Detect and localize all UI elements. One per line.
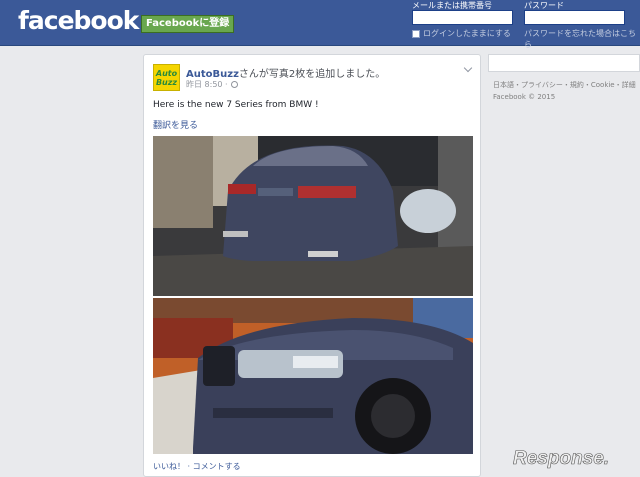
footer-link-list[interactable]: 日本語・プライバシー・規約・Cookie・詳細 xyxy=(493,79,640,91)
signup-button[interactable]: Facebookに登録 xyxy=(141,15,235,33)
globe-icon xyxy=(230,81,238,88)
see-translation-link[interactable]: 翻訳を見る xyxy=(153,118,198,131)
email-field[interactable] xyxy=(412,10,513,25)
right-panel-box xyxy=(488,54,640,72)
post-photo-front[interactable] xyxy=(153,298,473,454)
post-header: AutoBuzzさんが写真2枚を追加しました。 xyxy=(186,65,385,80)
watermark-text: Response. xyxy=(513,448,609,469)
keep-logged-in-label: ログインしたままにする xyxy=(423,29,511,38)
response-watermark: Response. xyxy=(513,444,631,470)
post-action-text: さんが写真2枚を追加しました。 xyxy=(238,69,386,80)
watermark-logo: Response. xyxy=(513,448,610,470)
post-photo-rear[interactable] xyxy=(153,136,473,296)
avatar-logo-text: Auto Buzz xyxy=(155,69,178,87)
footer-links: 日本語・プライバシー・規約・Cookie・詳細 Facebook © 2015 xyxy=(493,79,640,103)
chevron-down-icon[interactable] xyxy=(463,63,473,73)
facebook-logo[interactable]: facebook xyxy=(18,6,139,35)
forgot-password-link[interactable]: パスワードを忘れた場合はこちら xyxy=(524,28,640,50)
post-meta: 昨日 8:50 · xyxy=(186,79,238,90)
post-timestamp[interactable]: 昨日 8:50 · xyxy=(186,79,228,90)
car-front-image xyxy=(153,298,473,454)
car-rear-image xyxy=(153,136,473,296)
copyright: Facebook © 2015 xyxy=(493,93,556,101)
post-actions[interactable]: いいね！ · コメントする xyxy=(153,461,241,472)
top-bar: facebook Facebookに登録 メールまたは携帯番号 パスワード ログ… xyxy=(0,0,640,49)
post-card: Auto Buzz AutoBuzzさんが写真2枚を追加しました。 昨日 8:50… xyxy=(143,54,481,477)
avatar[interactable]: Auto Buzz xyxy=(153,64,180,91)
post-text: Here is the new 7 Series from BMW ! xyxy=(153,100,319,110)
keep-logged-in[interactable]: ログインしたままにする xyxy=(412,28,511,39)
keep-logged-in-checkbox[interactable] xyxy=(412,29,420,38)
password-field[interactable] xyxy=(524,10,625,25)
